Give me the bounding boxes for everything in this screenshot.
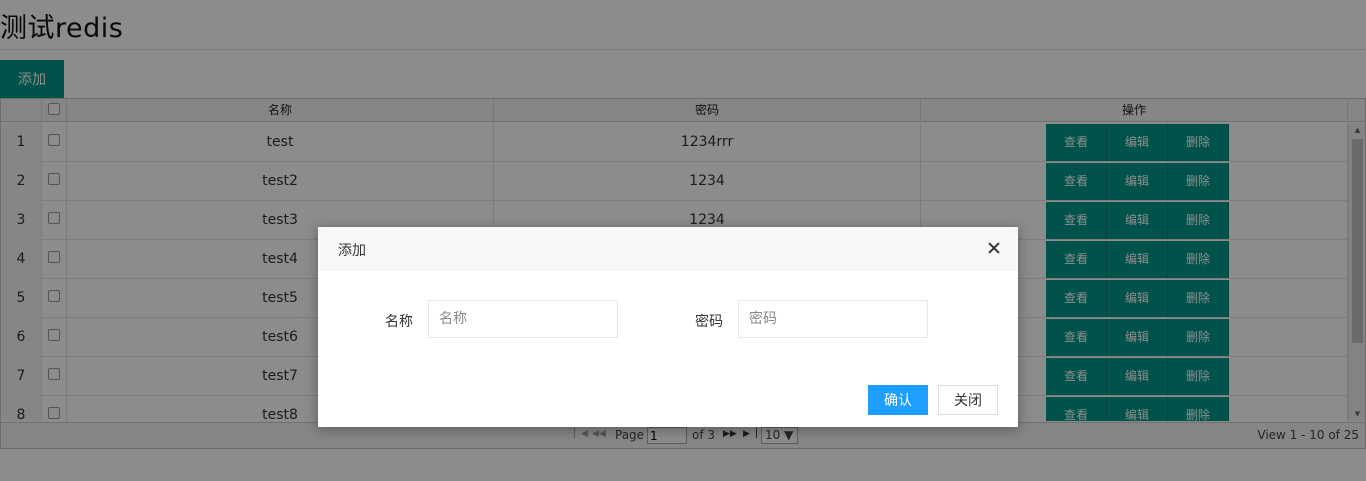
dialog-header: 添加 bbox=[318, 227, 1018, 270]
password-input[interactable] bbox=[738, 300, 928, 338]
dialog-title: 添加 bbox=[338, 243, 366, 259]
name-input[interactable] bbox=[428, 300, 618, 338]
password-label: 密码 bbox=[695, 314, 723, 330]
confirm-button[interactable]: 确认 bbox=[868, 385, 928, 415]
close-button[interactable]: 关闭 bbox=[938, 385, 998, 415]
close-icon[interactable] bbox=[984, 238, 1004, 258]
name-label: 名称 bbox=[385, 314, 413, 330]
add-dialog: 添加 名称 密码 确认 关闭 bbox=[318, 227, 1018, 427]
